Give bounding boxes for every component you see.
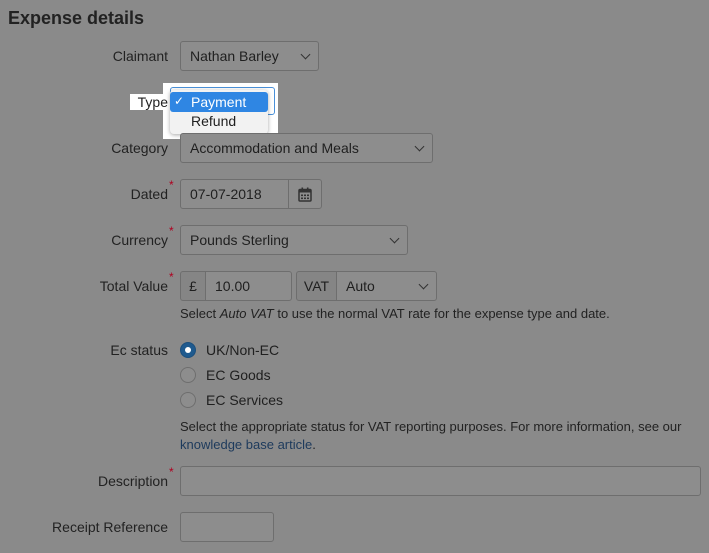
ec-status-radio-ec-goods[interactable] xyxy=(180,367,196,383)
help-text: to use the normal VAT rate for the expen… xyxy=(273,306,610,321)
ec-status-option-label: UK/Non-EC xyxy=(206,342,280,358)
vat-addon: VAT xyxy=(296,271,337,301)
required-marker: * xyxy=(169,465,174,479)
receipt-reference-input[interactable] xyxy=(180,512,274,542)
chevron-down-icon xyxy=(389,233,400,244)
vat-help-text: Select Auto VAT to use the normal VAT ra… xyxy=(180,305,700,323)
ec-status-option-label: EC Goods xyxy=(206,367,271,383)
claimant-value: Nathan Barley xyxy=(190,48,279,64)
description-label: Description xyxy=(97,473,168,489)
calendar-icon[interactable] xyxy=(298,187,312,202)
chevron-down-icon xyxy=(418,279,429,290)
type-option-label: Refund xyxy=(191,113,237,129)
knowledge-base-link[interactable]: knowledge base article xyxy=(180,437,312,452)
input-divider xyxy=(288,180,289,208)
ec-status-radio-uk[interactable] xyxy=(180,342,196,358)
category-label: Category xyxy=(111,140,168,156)
category-select[interactable]: Accommodation and Meals xyxy=(180,133,433,163)
claimant-label: Claimant xyxy=(112,48,168,64)
help-emphasis: Auto VAT xyxy=(219,306,274,321)
total-value-label: Total Value xyxy=(99,278,168,294)
description-input[interactable] xyxy=(180,466,701,496)
type-option-refund[interactable]: Refund xyxy=(170,112,268,132)
chevron-down-icon xyxy=(300,49,311,60)
type-option-label: Payment xyxy=(191,94,247,110)
type-option-payment[interactable]: ✓ Payment xyxy=(170,92,268,112)
section-title: Expense details xyxy=(8,8,145,28)
ec-status-label: Ec status xyxy=(110,342,168,358)
required-marker: * xyxy=(169,270,174,284)
vat-select[interactable]: Auto xyxy=(336,271,437,301)
dated-input[interactable]: 07-07-2018 xyxy=(180,179,322,209)
amount-input[interactable]: 10.00 xyxy=(205,271,292,301)
currency-select[interactable]: Pounds Sterling xyxy=(180,225,408,255)
dated-value: 07-07-2018 xyxy=(190,186,262,202)
type-dropdown-menu: ✓ Payment Refund xyxy=(170,90,268,134)
check-icon: ✓ xyxy=(174,94,185,108)
type-label: Type xyxy=(130,94,168,110)
amount-value: 10.00 xyxy=(215,278,251,294)
currency-symbol-addon: £ xyxy=(180,271,206,301)
required-marker: * xyxy=(169,178,174,192)
help-text: Select xyxy=(180,306,220,321)
help-text: Select the appropriate status for VAT re… xyxy=(180,419,682,434)
chevron-down-icon xyxy=(414,141,425,152)
currency-value: Pounds Sterling xyxy=(190,232,289,248)
claimant-select[interactable]: Nathan Barley xyxy=(180,41,319,71)
dated-label: Dated xyxy=(130,186,168,202)
ec-status-radio-ec-services[interactable] xyxy=(180,392,196,408)
receipt-reference-label: Receipt Reference xyxy=(52,519,168,535)
vat-value: Auto xyxy=(346,278,375,294)
required-marker: * xyxy=(169,224,174,238)
ec-status-help-text: Select the appropriate status for VAT re… xyxy=(180,418,700,454)
category-value: Accommodation and Meals xyxy=(190,140,359,156)
help-text: . xyxy=(312,437,316,452)
currency-label: Currency xyxy=(111,232,168,248)
ec-status-option-label: EC Services xyxy=(206,392,284,408)
